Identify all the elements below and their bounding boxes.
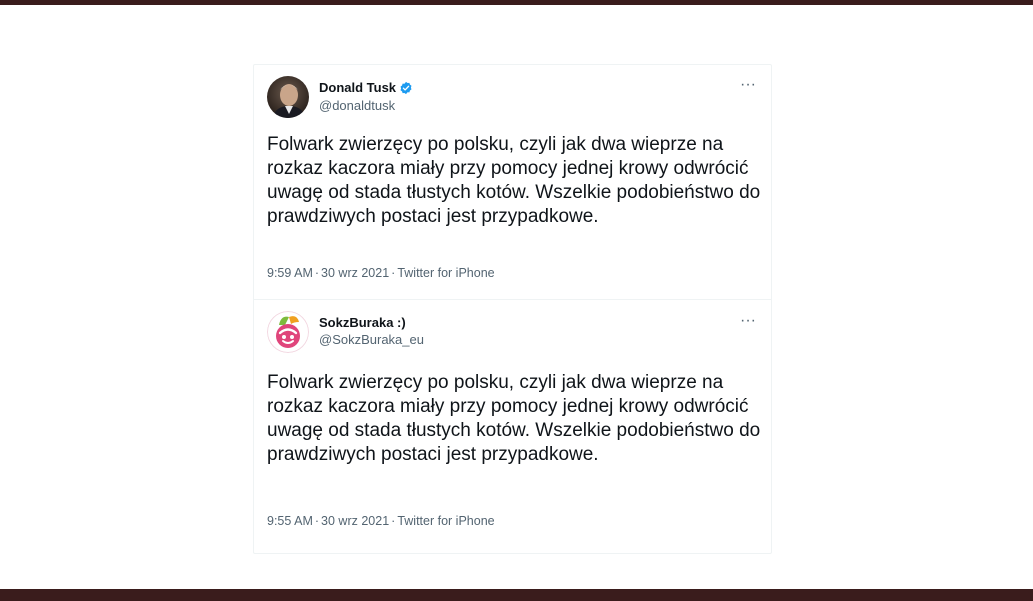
display-name[interactable]: SokzBuraka :) [319,315,406,331]
tweet-copy: SokzBuraka :) @SokzBuraka_eu ··· Folwark… [254,301,771,553]
tweet-comparison-card: Donald Tusk @donaldtusk ··· Folwark zwie… [253,64,772,554]
tweet-text: Folwark zwierzęcy po polsku, czyli jak d… [267,134,761,227]
tweet-text: Folwark zwierzęcy po polsku, czyli jak d… [267,372,761,465]
beet-juice-logo-icon [267,311,309,353]
tweet-original: Donald Tusk @donaldtusk ··· Folwark zwie… [254,65,771,300]
tweet-date-link[interactable]: 30 wrz 2021 [321,266,389,280]
tweet-divider [254,299,771,300]
profile-photo-icon [267,76,309,118]
display-name[interactable]: Donald Tusk [319,80,396,96]
bottom-frame-bar [0,589,1033,601]
verified-badge-icon [399,81,413,95]
avatar[interactable] [267,76,309,118]
user-handle[interactable]: @SokzBuraka_eu [319,332,424,348]
meta-separator: · [314,266,320,280]
user-handle[interactable]: @donaldtusk [319,98,395,114]
author-name-row: Donald Tusk [319,80,413,96]
author-name-row: SokzBuraka :) [319,315,406,331]
tweet-metadata: 9:55 AM · 30 wrz 2021 · Twitter for iPhone [267,513,495,529]
more-options-icon[interactable]: ··· [739,77,757,96]
meta-separator: · [391,266,396,280]
meta-separator: · [314,514,320,528]
avatar[interactable] [267,311,309,353]
tweet-source-link[interactable]: Twitter for iPhone [397,266,494,280]
tweet-metadata: 9:59 AM · 30 wrz 2021 · Twitter for iPhone [267,265,495,281]
top-frame-bar [0,0,1033,5]
tweet-time-link[interactable]: 9:55 AM [267,514,313,528]
tweet-source-link[interactable]: Twitter for iPhone [397,514,494,528]
more-options-icon[interactable]: ··· [739,313,757,332]
tweet-date-link[interactable]: 30 wrz 2021 [321,514,389,528]
meta-separator: · [391,514,396,528]
tweet-time-link[interactable]: 9:59 AM [267,266,313,280]
